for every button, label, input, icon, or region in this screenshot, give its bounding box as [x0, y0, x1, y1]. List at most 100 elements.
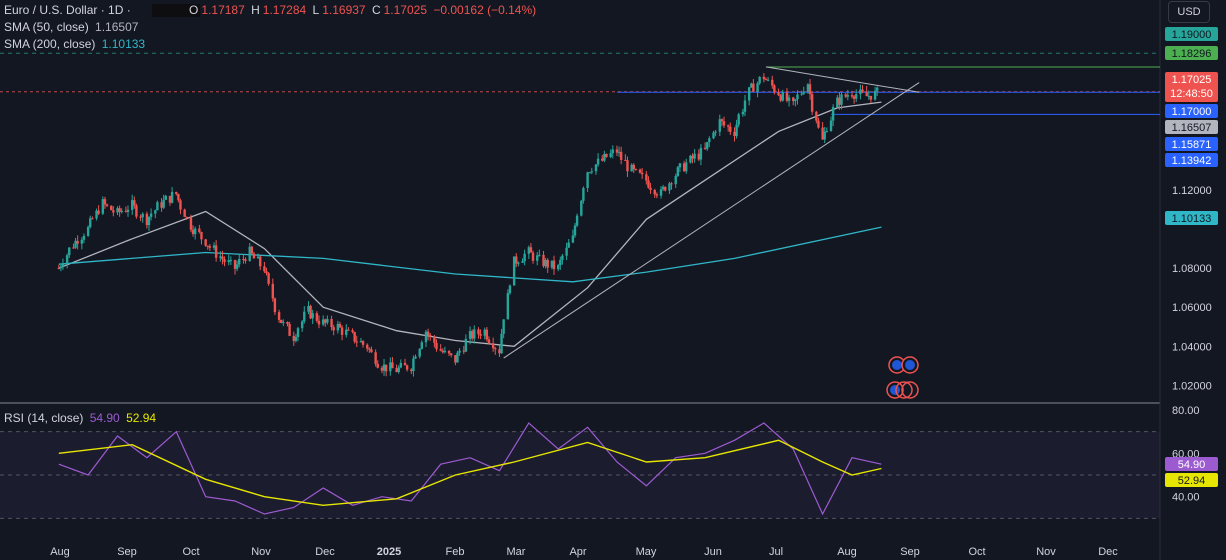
x-tick-label: Nov [251, 546, 271, 558]
candle-body [280, 319, 283, 323]
candle-body [464, 338, 468, 352]
candle-body [149, 213, 153, 217]
rsi-value: 54.90 [89, 411, 120, 425]
candle-body [91, 218, 94, 220]
candle-body [345, 329, 348, 335]
candle-body [267, 273, 270, 284]
candle-body [544, 259, 547, 267]
candle-body [773, 85, 776, 93]
candle-body [76, 240, 79, 244]
chart-canvas[interactable]: 1.02000 1.04000 1.06000 1.08000 1.12000 1.190… [0, 0, 1226, 560]
candle-body [61, 263, 65, 267]
candle-body [131, 200, 134, 210]
candle-body [449, 353, 453, 356]
candle-body [624, 159, 627, 161]
candle-body [869, 95, 873, 100]
candle-body [703, 147, 707, 149]
candle-body [706, 142, 709, 149]
candle-body [575, 215, 579, 226]
candle-body [403, 362, 407, 366]
candle-body [433, 336, 436, 343]
candle-body [815, 111, 818, 121]
candle-body [523, 253, 526, 262]
candle-body [596, 158, 600, 165]
candle-body [326, 319, 329, 323]
candle-body [68, 247, 71, 256]
candle-body [368, 348, 371, 350]
candle-body [733, 131, 736, 137]
candle-body [720, 119, 724, 122]
candle-body [808, 84, 812, 95]
candle-body [678, 163, 682, 168]
candle-body [397, 367, 400, 372]
candle-body [405, 365, 409, 370]
candle-body [682, 163, 686, 172]
open-label: O [189, 3, 199, 17]
candle-body [580, 200, 583, 216]
candle-body [611, 149, 614, 154]
x-tick-label: Oct [968, 546, 985, 558]
x-tick-label: Dec [315, 546, 335, 558]
candle-body [74, 240, 77, 248]
candle-body [638, 169, 642, 173]
candle-body [399, 362, 403, 368]
candle-body [82, 235, 86, 240]
candle-body [389, 362, 392, 372]
candle-body [743, 100, 747, 112]
candle-body [259, 256, 262, 267]
candle-body [233, 260, 237, 269]
candle-body [447, 350, 451, 354]
tag-117000-label: 1.17000 [1172, 106, 1212, 118]
candle-body [185, 216, 188, 218]
candle-body [380, 367, 384, 371]
candle-body [817, 120, 820, 128]
candle-body [177, 193, 180, 201]
rsi-legend[interactable]: RSI (14, close) 54.90 52.94 [4, 411, 159, 425]
candle-body [670, 183, 673, 185]
candle-body [374, 352, 377, 364]
candle-body [414, 356, 417, 359]
candle-body [252, 253, 256, 259]
x-tick-label: Mar [507, 546, 526, 558]
candle-body [538, 254, 541, 256]
candle-body [494, 348, 497, 350]
candle-body [794, 99, 797, 102]
tag-sma50-label: 1.16507 [1172, 122, 1212, 134]
candle-body [324, 319, 327, 323]
candle-body [479, 334, 482, 336]
candle-body [873, 90, 877, 100]
candle-body [552, 260, 556, 270]
candle-body [250, 246, 254, 254]
event-marker-flag-icon-flag-icon [905, 360, 915, 370]
candle-body [256, 256, 260, 259]
candle-body [708, 138, 711, 143]
candle-body [315, 313, 319, 321]
candle-body [861, 89, 864, 92]
candle-body [764, 79, 768, 81]
candle-body [810, 94, 814, 112]
candle-body [737, 114, 740, 125]
candle-body [649, 187, 652, 190]
sma200-legend[interactable]: SMA (200, close) 1.10133 [4, 37, 148, 51]
candle-body [487, 339, 491, 344]
candle-body [139, 216, 142, 218]
candle-body [726, 125, 730, 127]
change-value: −0.00162 (−0.14%) [433, 3, 537, 17]
candle-body [787, 97, 791, 101]
candle-body [126, 209, 130, 212]
symbol-header[interactable]: Euro / U.S. Dollar · 1D · O 1.17187 H 1.17… [4, 3, 539, 17]
candle-body [340, 327, 344, 335]
candle-body [311, 313, 314, 319]
high-value: 1.17284 [262, 3, 307, 17]
candle-body [655, 194, 659, 196]
candle-body [712, 132, 715, 139]
candle-body [456, 352, 459, 363]
candle-body [147, 216, 151, 226]
candle-body [145, 213, 149, 226]
x-tick-label: Nov [1036, 546, 1056, 558]
candle-body [418, 348, 421, 357]
rsi-ma-value: 52.94 [126, 411, 157, 425]
sma50-legend[interactable]: SMA (50, close) 1.16507 [4, 20, 141, 34]
currency-button[interactable]: USD [1168, 1, 1210, 23]
candle-body [282, 321, 285, 323]
